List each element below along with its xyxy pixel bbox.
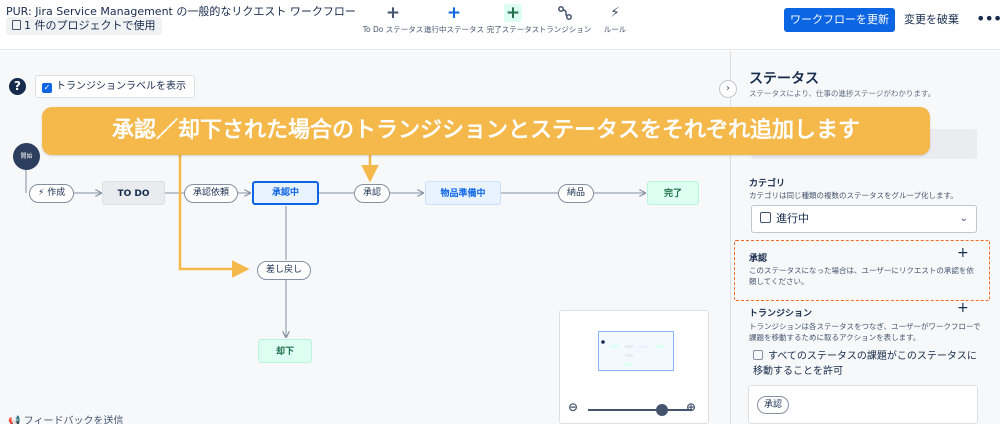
- status-rejected[interactable]: 却下: [258, 339, 312, 363]
- rules-button[interactable]: ⚡ ルール: [583, 4, 647, 35]
- project-usage-chip[interactable]: 1 件のプロジェクトで使用: [6, 17, 162, 35]
- workflow-editor: PUR: Jira Service Management の一般的なリクエスト …: [0, 0, 1000, 424]
- add-transition-plus-icon[interactable]: +: [957, 300, 969, 316]
- status-in-approval[interactable]: 承認中: [252, 181, 319, 205]
- add-todo-status-button[interactable]: + To Do ステータス: [361, 4, 425, 35]
- feedback-link[interactable]: 📢 フィードバックを送信: [8, 412, 123, 424]
- annotation-banner: 承認／却下された場合のトランジションとステータスをそれぞれ追加します: [42, 107, 930, 155]
- category-description: カテゴリは同じ種類の複数のステータスをグループ化します。: [749, 191, 958, 200]
- project-usage-label: 1 件のプロジェクトで使用: [24, 19, 156, 32]
- zoom-out-icon[interactable]: ⊖: [568, 400, 578, 414]
- minimap-viewport[interactable]: [598, 331, 674, 371]
- transition-card: 承認: [748, 385, 978, 424]
- top-bar: PUR: Jira Service Management の一般的なリクエスト …: [0, 0, 1000, 50]
- add-inprogress-status-label: 進行中ステータス: [424, 25, 484, 34]
- status-todo[interactable]: TO DO: [102, 181, 165, 205]
- minimap-preview: [601, 340, 663, 366]
- lightning-icon: ⚡: [38, 188, 45, 198]
- category-value: 進行中: [776, 212, 809, 225]
- transition-create[interactable]: ⚡ 作成: [29, 184, 75, 203]
- chevron-down-icon: ⌄: [959, 213, 968, 224]
- rules-label: ルール: [603, 25, 627, 34]
- transition-approve[interactable]: 承認: [354, 184, 391, 203]
- discard-changes-button[interactable]: 変更を破棄: [904, 8, 959, 32]
- plus-icon: +: [504, 3, 522, 23]
- transition-label: トランジション: [749, 309, 813, 319]
- feedback-label: フィードバックを送信: [23, 416, 124, 424]
- update-workflow-button[interactable]: ワークフローを更新: [784, 8, 895, 32]
- allow-all-statuses-label: すべてのステータスの課題がこのステータスに移動することを許可: [753, 351, 977, 377]
- zoom-slider-handle[interactable]: [656, 404, 668, 416]
- transition-description: トランジションは各ステータスをつなぎ、ユーザーがワークフローで課題を移動するため…: [749, 322, 981, 342]
- zoom-slider[interactable]: [588, 404, 692, 416]
- transition-send-back[interactable]: 差し戻し: [257, 261, 312, 280]
- plus-icon: +: [385, 3, 401, 23]
- category-select[interactable]: 進行中 ⌄: [751, 205, 977, 233]
- status-done[interactable]: 完了: [647, 181, 699, 205]
- transition-chip-approve[interactable]: 承認: [757, 396, 790, 414]
- category-label: カテゴリ: [749, 179, 786, 189]
- copy-icon: [12, 20, 21, 30]
- add-approval-plus-icon[interactable]: +: [957, 245, 969, 261]
- add-inprogress-status-button[interactable]: + 進行中ステータス: [422, 4, 486, 35]
- more-options-icon[interactable]: •••: [976, 8, 1000, 30]
- transition-request-approval[interactable]: 承認依頼: [184, 184, 239, 203]
- plus-icon: +: [446, 3, 462, 23]
- transition-deliver[interactable]: 納品: [558, 184, 595, 203]
- add-todo-status-label: To Do ステータス: [362, 25, 424, 34]
- collapse-panel-chevron-icon[interactable]: ›: [719, 80, 737, 98]
- status-preparing[interactable]: 物品準備中: [425, 181, 501, 205]
- start-node: 開始: [13, 143, 40, 170]
- approval-label: 承認: [749, 254, 768, 264]
- minimap[interactable]: ⊖ ⊕: [559, 310, 709, 424]
- transition-create-label: 作成: [47, 188, 66, 198]
- allow-all-statuses-checkbox[interactable]: すべてのステータスの課題がこのステータスに移動することを許可: [753, 349, 983, 379]
- transition-icon: [556, 4, 574, 22]
- approval-description: このステータスになった場合は、ユーザーにリクエストの承認を依頼してください。: [749, 266, 974, 286]
- add-done-status-label: 完了ステータス: [486, 25, 540, 34]
- status-square-icon: [760, 212, 771, 223]
- lightning-icon: ⚡: [610, 5, 620, 21]
- panel-subtitle: ステータスにより、仕事の進捗ステージがわかります。: [749, 89, 936, 98]
- zoom-in-icon[interactable]: ⊕: [686, 400, 696, 414]
- panel-title: ステータス: [749, 71, 819, 87]
- megaphone-icon: 📢: [8, 416, 21, 424]
- checkbox-unchecked-icon: [753, 350, 763, 360]
